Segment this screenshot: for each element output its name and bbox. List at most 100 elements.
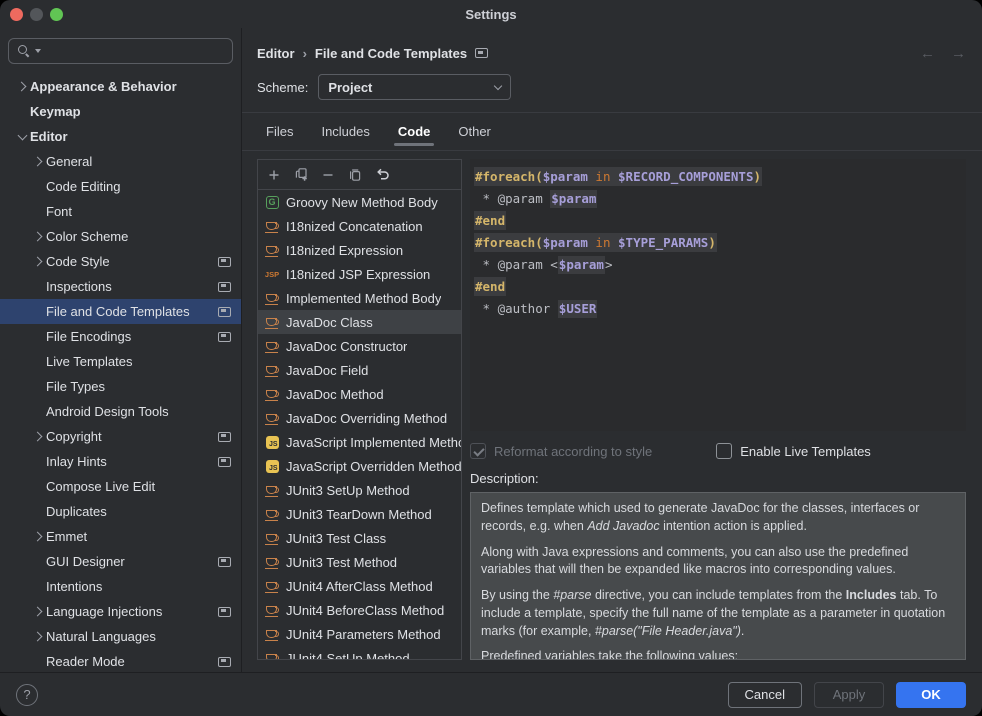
sidebar-item-compose-live-edit[interactable]: Compose Live Edit (0, 474, 241, 499)
chevron-right-icon[interactable] (32, 432, 42, 442)
java-cup-icon (264, 651, 280, 660)
settings-search-field[interactable] (8, 38, 233, 64)
chevron-right-icon[interactable] (32, 532, 42, 542)
chevron-right-icon[interactable] (32, 632, 42, 642)
scheme-value: Project (328, 80, 372, 95)
code-line: #end (474, 210, 958, 232)
code-line: * @param <$param> (474, 254, 958, 276)
back-icon[interactable]: ← (920, 45, 935, 62)
template-item[interactable]: I18nized Expression (258, 238, 461, 262)
sidebar-item-live-templates[interactable]: Live Templates (0, 349, 241, 374)
template-item[interactable]: JUnit3 TearDown Method (258, 502, 461, 526)
minimize-window-button[interactable] (30, 8, 43, 21)
template-item[interactable]: JUnit4 BeforeClass Method (258, 598, 461, 622)
apply-button[interactable]: Apply (814, 682, 884, 708)
sidebar-item-code-editing[interactable]: Code Editing (0, 174, 241, 199)
template-item[interactable]: JSJavaScript Overridden Method (258, 454, 461, 478)
sidebar-item-gui-designer[interactable]: GUI Designer (0, 549, 241, 574)
sidebar-item-reader-mode[interactable]: Reader Mode (0, 649, 241, 672)
sidebar-item-general[interactable]: General (0, 149, 241, 174)
java-cup-icon (264, 627, 280, 642)
add-template-button[interactable] (266, 167, 282, 183)
template-item[interactable]: Implemented Method Body (258, 286, 461, 310)
template-item[interactable]: JUnit4 SetUp Method (258, 646, 461, 659)
chevron-right-icon[interactable] (16, 82, 26, 92)
tab-other[interactable]: Other (444, 113, 505, 150)
chevron-right-icon[interactable] (32, 257, 42, 267)
sidebar-item-file-types[interactable]: File Types (0, 374, 241, 399)
sidebar-item-label: Emmet (46, 529, 231, 544)
template-item[interactable]: JUnit3 SetUp Method (258, 478, 461, 502)
enable-live-templates-checkbox[interactable] (716, 443, 732, 459)
sidebar-item-inspections[interactable]: Inspections (0, 274, 241, 299)
search-input[interactable] (43, 43, 224, 60)
chevron-down-icon (494, 81, 502, 89)
reset-template-button[interactable] (374, 167, 390, 183)
help-button[interactable]: ? (16, 684, 38, 706)
tab-files[interactable]: Files (252, 113, 307, 150)
settings-sidebar: Appearance & Behavior Keymap Editor General… (0, 28, 242, 672)
sidebar-item-natural-languages[interactable]: Natural Languages (0, 624, 241, 649)
cancel-button[interactable]: Cancel (728, 682, 802, 708)
scheme-dropdown[interactable]: Project (318, 74, 511, 100)
sidebar-item-color-scheme[interactable]: Color Scheme (0, 224, 241, 249)
groovy-icon: G (264, 195, 280, 210)
template-item[interactable]: G Groovy New Method Body (258, 190, 461, 214)
chevron-right-icon[interactable] (32, 232, 42, 242)
remove-template-button[interactable] (320, 167, 336, 183)
java-cup-icon (264, 243, 280, 258)
forward-icon[interactable]: → (951, 45, 966, 62)
dialog-footer: ? Cancel Apply OK (0, 672, 982, 716)
template-item-label: Groovy New Method Body (286, 195, 438, 210)
sidebar-item-inlay-hints[interactable]: Inlay Hints (0, 449, 241, 474)
template-item[interactable]: JavaDoc Method (258, 382, 461, 406)
tab-includes[interactable]: Includes (307, 113, 383, 150)
chevron-right-icon[interactable] (32, 157, 42, 167)
sidebar-item-keymap[interactable]: Keymap (0, 99, 241, 124)
close-window-button[interactable] (10, 8, 23, 21)
tab-code[interactable]: Code (384, 113, 445, 150)
sidebar-item-duplicates[interactable]: Duplicates (0, 499, 241, 524)
sidebar-item-intentions[interactable]: Intentions (0, 574, 241, 599)
template-item[interactable]: I18nized Concatenation (258, 214, 461, 238)
search-options-caret-icon[interactable] (35, 49, 41, 53)
sidebar-item-file-encodings[interactable]: File Encodings (0, 324, 241, 349)
template-code-editor[interactable]: #foreach($param in $RECORD_COMPONENTS) *… (470, 159, 966, 431)
sidebar-item-label: Editor (30, 129, 231, 144)
create-child-template-button[interactable] (293, 167, 309, 183)
sidebar-item-copyright[interactable]: Copyright (0, 424, 241, 449)
template-item[interactable]: JavaDoc Overriding Method (258, 406, 461, 430)
sidebar-item-android-design-tools[interactable]: Android Design Tools (0, 399, 241, 424)
sidebar-item-font[interactable]: Font (0, 199, 241, 224)
template-item[interactable]: JSPI18nized JSP Expression (258, 262, 461, 286)
sidebar-item-code-style[interactable]: Code Style (0, 249, 241, 274)
per-project-settings-icon (218, 307, 231, 317)
template-item[interactable]: JUnit4 Parameters Method (258, 622, 461, 646)
sidebar-item-file-and-code-templates[interactable]: File and Code Templates (0, 299, 241, 324)
ok-button[interactable]: OK (896, 682, 966, 708)
sidebar-item-editor[interactable]: Editor (0, 124, 241, 149)
sidebar-item-label: File Encodings (46, 329, 218, 344)
template-item[interactable]: JavaDoc Class (258, 310, 461, 334)
chevron-down-icon[interactable] (17, 130, 27, 140)
sidebar-item-label: Live Templates (46, 354, 231, 369)
copy-template-button[interactable] (347, 167, 363, 183)
chevron-right-icon[interactable] (32, 607, 42, 617)
sidebar-item-emmet[interactable]: Emmet (0, 524, 241, 549)
sidebar-item-label: General (46, 154, 231, 169)
breadcrumb-editor[interactable]: Editor (257, 46, 295, 61)
template-item[interactable]: JSJavaScript Implemented Method (258, 430, 461, 454)
sidebar-item-language-injections[interactable]: Language Injections (0, 599, 241, 624)
zoom-window-button[interactable] (50, 8, 63, 21)
sidebar-item-label: Keymap (30, 104, 231, 119)
sidebar-item-label: Duplicates (46, 504, 231, 519)
template-item[interactable]: JUnit3 Test Method (258, 550, 461, 574)
jsp-icon: JSP (264, 267, 280, 282)
template-item[interactable]: JavaDoc Constructor (258, 334, 461, 358)
search-icon (17, 44, 31, 58)
template-item[interactable]: JUnit4 AfterClass Method (258, 574, 461, 598)
template-item[interactable]: JavaDoc Field (258, 358, 461, 382)
per-project-settings-icon (218, 557, 231, 567)
template-item[interactable]: JUnit3 Test Class (258, 526, 461, 550)
sidebar-item-appearance-behavior[interactable]: Appearance & Behavior (0, 74, 241, 99)
